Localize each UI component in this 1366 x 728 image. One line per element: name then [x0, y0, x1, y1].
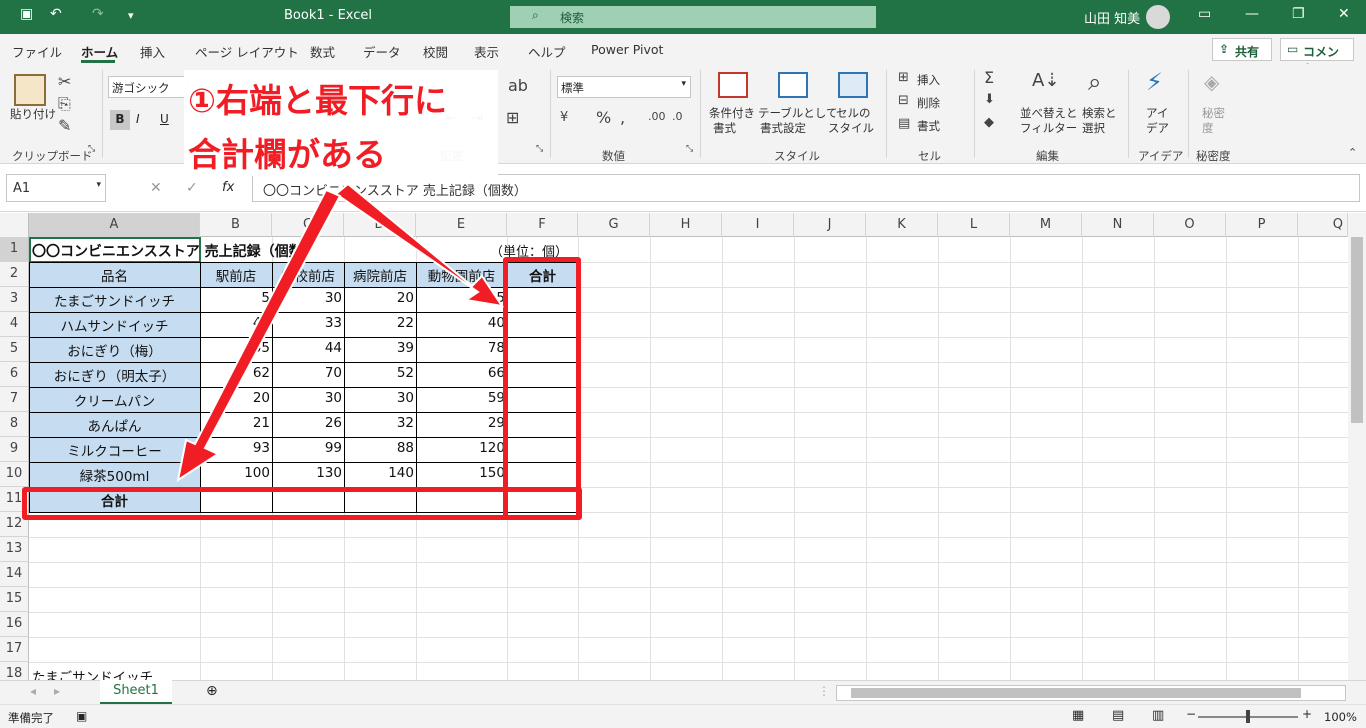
zoom-in-icon[interactable]: + — [1302, 707, 1312, 721]
macro-record-icon[interactable]: ▣ — [76, 709, 87, 723]
next-sheet-icon[interactable]: ▸ — [54, 684, 60, 698]
more-icon: ⋮ — [818, 684, 830, 698]
add-sheet-icon[interactable]: ⊕ — [206, 683, 218, 699]
vertical-scrollbar[interactable] — [1348, 213, 1366, 680]
callout-arrows — [176, 182, 505, 483]
prev-sheet-icon[interactable]: ◂ — [30, 684, 36, 698]
status-bar: 準備完了 ▣ ▦ ▤ ▥ − + 100% — [0, 704, 1366, 728]
arrow-to-total-row — [176, 188, 342, 483]
vertical-scroll-thumb[interactable] — [1351, 237, 1363, 423]
zoom-level[interactable]: 100% — [1324, 710, 1357, 724]
horizontal-scrollbar[interactable] — [836, 685, 1346, 701]
page-layout-view-icon[interactable]: ▤ — [1112, 708, 1124, 723]
horizontal-scroll-thumb[interactable] — [851, 688, 1301, 698]
zoom-slider-thumb[interactable] — [1246, 710, 1250, 723]
normal-view-icon[interactable]: ▦ — [1072, 708, 1084, 723]
sheet-tab-bar: ◂ ▸ ⊕ ⋮ — [0, 680, 1366, 704]
sheet-tab[interactable]: Sheet1 — [100, 680, 172, 704]
status-ready: 準備完了 — [8, 711, 54, 725]
arrow-to-total-column — [334, 182, 505, 308]
zoom-out-icon[interactable]: − — [1186, 707, 1196, 721]
page-break-view-icon[interactable]: ▥ — [1152, 708, 1164, 723]
